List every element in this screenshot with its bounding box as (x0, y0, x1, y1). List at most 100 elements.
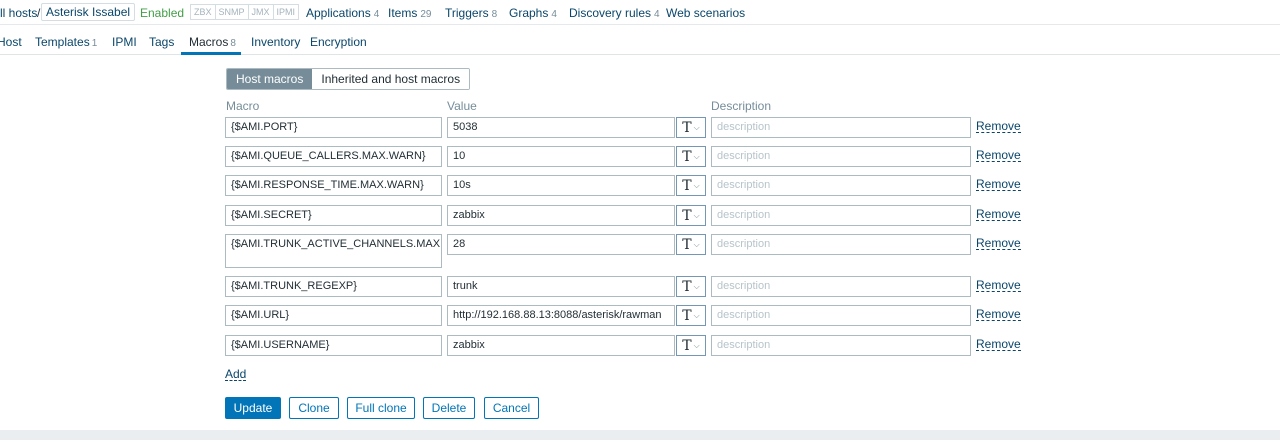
all-hosts-link[interactable]: ll hosts (0, 6, 37, 20)
macro-value-field[interactable]: zabbix (447, 335, 675, 356)
graphs-link[interactable]: Graphs 4 (509, 6, 557, 20)
tab-ipmi-label: IPMI (112, 35, 137, 49)
remove-macro-link[interactable]: Remove (976, 237, 1021, 250)
inherited-macros-option[interactable]: Inherited and host macros (312, 69, 470, 89)
remove-macro-link[interactable]: Remove (976, 120, 1021, 133)
applications-label: Applications (306, 6, 371, 20)
macro-description-field[interactable]: description (711, 305, 971, 326)
host-macros-option[interactable]: Host macros (227, 69, 313, 89)
macro-description-field[interactable]: description (711, 205, 971, 226)
value-type-button[interactable]: T ⌵ (676, 305, 706, 326)
triggers-count: 8 (491, 9, 498, 20)
macro-name-field[interactable]: {$AMI.USERNAME} (225, 335, 442, 356)
macro-value-field[interactable]: 5038 (447, 117, 675, 138)
value-type-button[interactable]: T ⌵ (676, 234, 706, 255)
tab-inventory-label: Inventory (251, 35, 301, 49)
graphs-count: 4 (551, 9, 557, 20)
macro-value-field[interactable]: 28 (447, 234, 675, 255)
remove-macro-link[interactable]: Remove (976, 149, 1021, 162)
chevron-down-icon: ⌵ (693, 151, 700, 161)
update-button[interactable]: Update (225, 397, 281, 419)
availability-indicators: ZBX SNMP JMX IPMI (190, 4, 300, 20)
host-navigation-bar: ll hosts / Asterisk Issabel Enabled ZBX … (0, 0, 1280, 25)
macro-description-field[interactable]: description (711, 234, 971, 255)
text-type-icon: T (682, 148, 692, 165)
macro-name-field[interactable]: {$AMI.TRUNK_REGEXP} (225, 276, 442, 297)
items-link[interactable]: Items 29 (388, 6, 431, 20)
tab-templates-label: Templates (35, 35, 90, 49)
macro-view-toggle: Host macros Inherited and host macros (226, 68, 471, 90)
macro-name-field[interactable]: {$AMI.URL} (225, 305, 442, 326)
text-type-icon: T (682, 278, 692, 295)
availability-snmp: SNMP (214, 4, 249, 20)
tab-macros[interactable]: Macros 8 (189, 35, 236, 49)
tab-encryption[interactable]: Encryption (310, 35, 367, 49)
web-scenarios-link[interactable]: Web scenarios (666, 6, 745, 20)
description-column-header: Description (711, 99, 772, 113)
chevron-down-icon: ⌵ (693, 239, 700, 249)
macro-description-field[interactable]: description (711, 146, 971, 167)
tab-ipmi[interactable]: IPMI (112, 35, 137, 49)
text-type-icon: T (682, 236, 692, 253)
tab-macros-count: 8 (230, 38, 236, 49)
text-type-icon: T (682, 177, 692, 194)
add-macro-link[interactable]: Add (225, 368, 247, 381)
web-scenarios-label: Web scenarios (666, 6, 746, 20)
tab-encryption-label: Encryption (310, 35, 367, 49)
discovery-rules-label: Discovery rules (569, 6, 652, 20)
macro-value-field[interactable]: zabbix (447, 205, 675, 226)
discovery-rules-count: 4 (654, 9, 660, 20)
macro-description-field[interactable]: description (711, 276, 971, 297)
macro-name-field[interactable]: {$AMI.PORT} (225, 117, 442, 138)
triggers-label: Triggers (445, 6, 489, 20)
macro-name-field[interactable]: {$AMI.TRUNK_ACTIVE_CHANNELS.MAX.WARN} (225, 234, 442, 268)
macro-description-field[interactable]: description (711, 335, 971, 356)
host-tabs: Host Templates 1 IPMI Tags Macros 8 Invent… (0, 24, 1280, 55)
applications-count: 4 (373, 9, 380, 20)
full-clone-button[interactable]: Full clone (347, 397, 415, 419)
macro-value-field[interactable]: trunk (447, 276, 675, 297)
tab-host-label: Host (0, 35, 22, 49)
items-count: 29 (420, 9, 432, 20)
graphs-label: Graphs (509, 6, 549, 20)
remove-macro-link[interactable]: Remove (976, 308, 1021, 321)
macro-name-field[interactable]: {$AMI.QUEUE_CALLERS.MAX.WARN} (225, 146, 442, 167)
page-footer-band (0, 430, 1280, 440)
value-column-header: Value (447, 99, 477, 113)
delete-button[interactable]: Delete (423, 397, 475, 419)
macro-value-field[interactable]: 10s (447, 175, 675, 196)
remove-macro-link[interactable]: Remove (976, 338, 1021, 351)
tab-macros-label: Macros (189, 35, 229, 49)
applications-link[interactable]: Applications 4 (306, 6, 379, 20)
remove-macro-link[interactable]: Remove (976, 279, 1021, 292)
active-tab-indicator (181, 52, 241, 55)
macro-description-field[interactable]: description (711, 117, 971, 138)
value-type-button[interactable]: T ⌵ (676, 276, 706, 297)
value-type-button[interactable]: T ⌵ (676, 117, 706, 138)
macro-name-field[interactable]: {$AMI.SECRET} (225, 205, 442, 226)
macro-name-field[interactable]: {$AMI.RESPONSE_TIME.MAX.WARN} (225, 175, 442, 196)
tab-templates[interactable]: Templates 1 (35, 35, 97, 49)
macro-value-field[interactable]: 10 (447, 146, 675, 167)
tab-tags[interactable]: Tags (149, 35, 174, 49)
text-type-icon: T (682, 307, 692, 324)
chevron-down-icon: ⌵ (693, 122, 700, 132)
triggers-link[interactable]: Triggers 8 (445, 6, 497, 20)
remove-macro-link[interactable]: Remove (976, 178, 1021, 191)
tab-inventory[interactable]: Inventory (251, 35, 300, 49)
value-type-button[interactable]: T ⌵ (676, 146, 706, 167)
macro-column-header: Macro (226, 99, 260, 113)
cancel-button[interactable]: Cancel (484, 397, 539, 419)
availability-zbx: ZBX (190, 4, 216, 20)
clone-button[interactable]: Clone (289, 397, 339, 419)
value-type-button[interactable]: T ⌵ (676, 205, 706, 226)
tab-host[interactable]: Host (0, 35, 22, 49)
remove-macro-link[interactable]: Remove (976, 208, 1021, 221)
macro-description-field[interactable]: description (711, 175, 971, 196)
value-type-button[interactable]: T ⌵ (676, 175, 706, 196)
value-type-button[interactable]: T ⌵ (676, 335, 706, 356)
macro-value-field[interactable]: http://192.168.88.13:8088/asterisk/rawma… (447, 305, 675, 326)
discovery-rules-link[interactable]: Discovery rules 4 (569, 6, 660, 20)
host-name-link[interactable]: Asterisk Issabel (41, 3, 136, 21)
host-status-enabled[interactable]: Enabled (140, 6, 184, 20)
